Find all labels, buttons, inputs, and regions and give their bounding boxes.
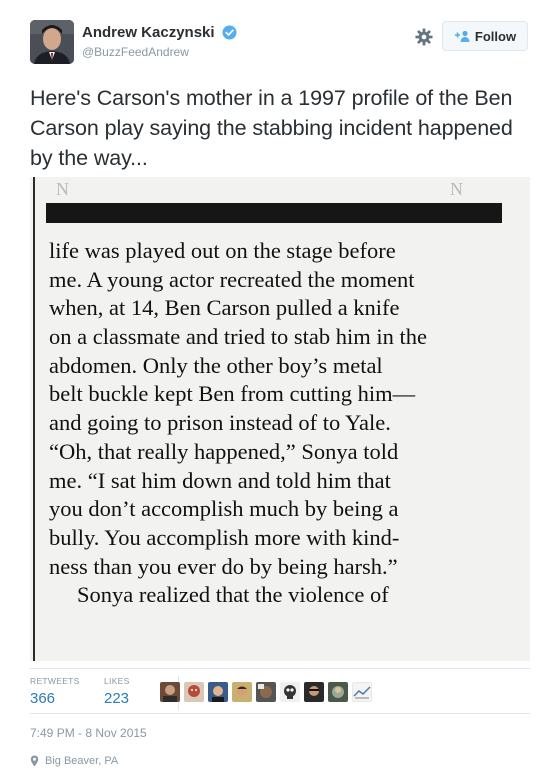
clipping-border [33,177,35,661]
liker-avatar[interactable] [256,682,276,702]
clipping-line: ness than you ever do by being harsh.” [49,553,398,579]
author-handle[interactable]: @BuzzFeedAndrew [82,45,237,59]
gear-icon[interactable] [415,28,433,46]
liker-avatar[interactable] [328,682,348,702]
clipping-line: Sonya realized that the violence of [77,582,389,608]
clipping-line: belt buckle kept Ben from cutting him— [49,381,416,407]
likes-count: 223 [104,690,130,707]
tweet-timestamp[interactable]: 7:49 PM - 8 Nov 2015 [30,726,147,740]
tweet-location[interactable]: Big Beaver, PA [30,755,118,767]
liker-avatar[interactable] [160,682,180,702]
clipping-redaction-bar [46,203,502,223]
liker-avatar[interactable] [208,682,228,702]
clipping-line: on a classmate and tried to stab him in … [49,324,428,350]
verified-badge-icon [222,25,237,40]
clipping-text: life was played out on the stage before m… [49,237,519,610]
follow-button[interactable]: Follow [442,21,528,51]
retweets-label: RETWEETS [30,676,80,686]
liker-avatar[interactable] [304,682,324,702]
retweets-stat[interactable]: RETWEETS 366 [30,676,80,707]
clipping-line: me. A young actor recreated the moment [49,266,415,292]
clipping-line: bully. You accomplish more with kind- [49,524,400,550]
clipping-line: me. “I sat him down and told him that [49,467,391,493]
location-pin-icon [30,755,39,767]
clipping-line: abdomen. Only the other boy’s metal [49,352,383,378]
retweets-count: 366 [30,690,56,707]
clipping-line: and going to prison instead of to Yale. [49,410,391,436]
location-label: Big Beaver, PA [45,755,119,767]
author-avatar[interactable] [30,20,74,64]
clipping-line: life was played out on the stage before [49,238,396,263]
liker-avatar[interactable] [232,682,252,702]
clipping-watermark: N [56,179,69,199]
add-user-icon [454,30,470,42]
divider [30,713,530,714]
clipping-line: “Oh, that really happened,” Sonya told [49,438,399,464]
liker-avatar[interactable] [352,682,372,702]
likes-label: LIKES [104,676,130,686]
tweet-media-image[interactable]: N N life was played out on the stage bef… [30,177,530,661]
follow-label: Follow [474,28,517,44]
likes-stat[interactable]: LIKES 223 [104,676,130,707]
liker-avatars [160,682,372,702]
tweet-text: Here's Carson's mother in a 1997 profile… [30,86,513,170]
author-name[interactable]: Andrew Kaczynski [82,24,215,41]
clipping-line: you don’t accomplish much by being a [49,496,399,522]
clipping-line: when, at 14, Ben Carson pulled a knife [49,295,400,321]
divider [30,668,530,669]
liker-avatar[interactable] [184,682,204,702]
clipping-watermark: N [450,179,463,199]
tweet-header: Andrew Kaczynski @BuzzFeedAndrew Follow [30,20,530,66]
liker-avatar[interactable] [280,682,300,702]
